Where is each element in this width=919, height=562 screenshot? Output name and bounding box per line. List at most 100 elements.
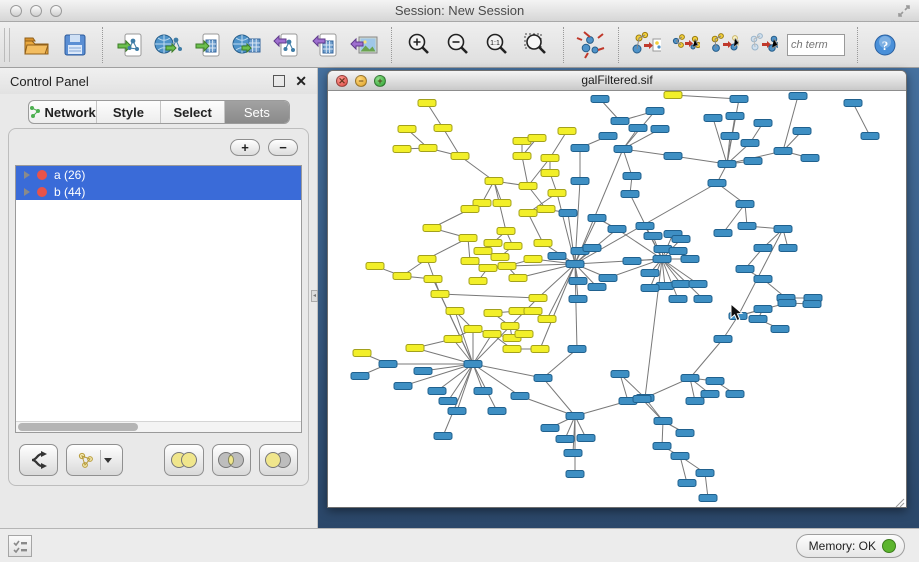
graph-node-blue[interactable] [488,408,506,415]
graph-node-blue[interactable] [583,245,601,252]
graph-node-yellow[interactable] [431,291,449,298]
graph-edge[interactable] [623,149,632,176]
graph-edge[interactable] [853,103,870,136]
graph-node-blue[interactable] [672,281,690,288]
graph-node-yellow[interactable] [503,346,521,353]
graph-node-blue[interactable] [511,393,529,400]
graph-node-blue[interactable] [414,368,432,375]
graph-node-blue[interactable] [736,266,754,273]
graph-node-blue[interactable] [754,245,772,252]
tab-network[interactable]: Network [29,101,97,123]
graph-edge[interactable] [673,95,739,99]
graph-node-blue[interactable] [803,301,821,308]
graph-node-yellow[interactable] [406,345,424,352]
graph-node-blue[interactable] [706,378,724,385]
chevron-down-icon[interactable] [104,458,112,463]
network-window[interactable]: ✕ − + galFiltered.sif [327,70,907,508]
graph-node-blue[interactable] [559,210,577,217]
maximize-network-button[interactable]: + [374,75,386,87]
graph-node-blue[interactable] [351,373,369,380]
graph-node-yellow[interactable] [501,323,519,330]
graph-node-yellow[interactable] [541,155,559,162]
zoom-selected-button[interactable] [521,28,551,62]
graph-node-yellow[interactable] [519,210,537,217]
graph-node-blue[interactable] [474,388,492,395]
graph-node-yellow[interactable] [534,240,552,247]
graph-node-blue[interactable] [699,495,717,502]
graph-edge[interactable] [540,264,575,349]
export-network-button[interactable] [271,28,301,62]
union-button[interactable] [164,444,203,476]
graph-node-blue[interactable] [774,226,792,233]
graph-node-blue[interactable] [568,346,586,353]
minimize-window-button[interactable] [30,5,42,17]
graph-node-blue[interactable] [721,133,739,140]
graph-node-yellow[interactable] [451,153,469,160]
graph-node-blue[interactable] [696,470,714,477]
graph-edge[interactable] [690,339,723,378]
minimize-network-button[interactable]: − [355,75,367,87]
graph-node-blue[interactable] [672,236,690,243]
graph-node-blue[interactable] [704,115,722,122]
graph-node-yellow[interactable] [418,100,436,107]
graph-node-yellow[interactable] [461,258,479,265]
fullscreen-icon[interactable] [897,4,911,18]
graph-node-blue[interactable] [676,430,694,437]
graph-node-yellow[interactable] [519,183,537,190]
create-set-from-network-button[interactable] [66,444,123,476]
network-canvas[interactable] [328,91,906,508]
graph-node-blue[interactable] [577,435,595,442]
graph-node-blue[interactable] [678,480,696,487]
graph-node-blue[interactable] [588,284,606,291]
graph-node-blue[interactable] [644,233,662,240]
scrollbar-thumb[interactable] [18,423,138,431]
graph-node-yellow[interactable] [459,235,477,242]
graph-node-yellow[interactable] [484,310,502,317]
graph-node-blue[interactable] [614,146,632,153]
graph-node-yellow[interactable] [515,331,533,338]
graph-node-yellow[interactable] [366,263,384,270]
graph-node-yellow[interactable] [513,153,531,160]
graph-node-blue[interactable] [636,223,654,230]
graph-node-yellow[interactable] [664,92,682,99]
network-window-titlebar[interactable]: ✕ − + galFiltered.sif [328,71,906,91]
graph-node-blue[interactable] [611,371,629,378]
graph-node-yellow[interactable] [398,126,416,133]
graph-node-blue[interactable] [754,120,772,127]
graph-node-blue[interactable] [534,375,552,382]
graph-node-blue[interactable] [564,450,582,457]
graph-node-blue[interactable] [646,108,664,115]
graph-node-blue[interactable] [789,93,807,100]
graph-node-blue[interactable] [741,140,759,147]
graph-node-yellow[interactable] [528,135,546,142]
graph-node-yellow[interactable] [479,265,497,272]
list-item-set-a[interactable]: a (26) [16,166,301,183]
graph-edge[interactable] [528,213,543,243]
graph-node-yellow[interactable] [393,273,411,280]
close-network-button[interactable]: ✕ [336,75,348,87]
graph-node-yellow[interactable] [464,326,482,333]
import-table-web-button[interactable] [232,28,262,62]
task-history-button[interactable] [8,535,32,557]
tab-style[interactable]: Style [97,101,161,123]
graph-node-blue[interactable] [681,256,699,263]
toolbar-drag-handle[interactable] [4,28,10,62]
graph-node-blue[interactable] [571,178,589,185]
graph-node-blue[interactable] [778,300,796,307]
export-table-button[interactable] [310,28,340,62]
graph-edge[interactable] [713,118,727,164]
graph-node-blue[interactable] [730,96,748,103]
tab-sets[interactable]: Sets [225,101,288,123]
graph-node-blue[interactable] [726,113,744,120]
graph-node-blue[interactable] [599,133,617,140]
graph-node-yellow[interactable] [393,146,411,153]
graph-node-blue[interactable] [623,173,641,180]
graph-node-yellow[interactable] [491,254,509,261]
graph-node-blue[interactable] [664,153,682,160]
graph-node-blue[interactable] [448,408,466,415]
graph-node-blue[interactable] [708,180,726,187]
zoom-in-button[interactable] [404,28,434,62]
graph-node-blue[interactable] [749,316,767,323]
graph-node-blue[interactable] [608,226,626,233]
graph-edge[interactable] [550,131,567,158]
